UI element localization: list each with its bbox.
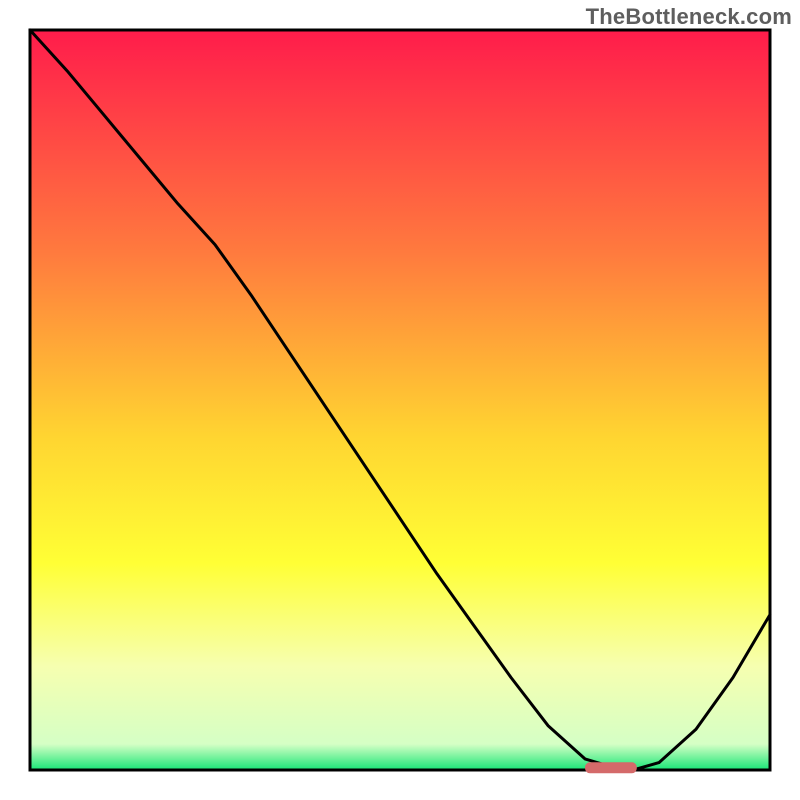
bottleneck-chart — [0, 0, 800, 800]
plot-background — [30, 30, 770, 770]
chart-container: TheBottleneck.com — [0, 0, 800, 800]
watermark-label: TheBottleneck.com — [586, 4, 792, 30]
optimal-marker — [585, 762, 637, 773]
